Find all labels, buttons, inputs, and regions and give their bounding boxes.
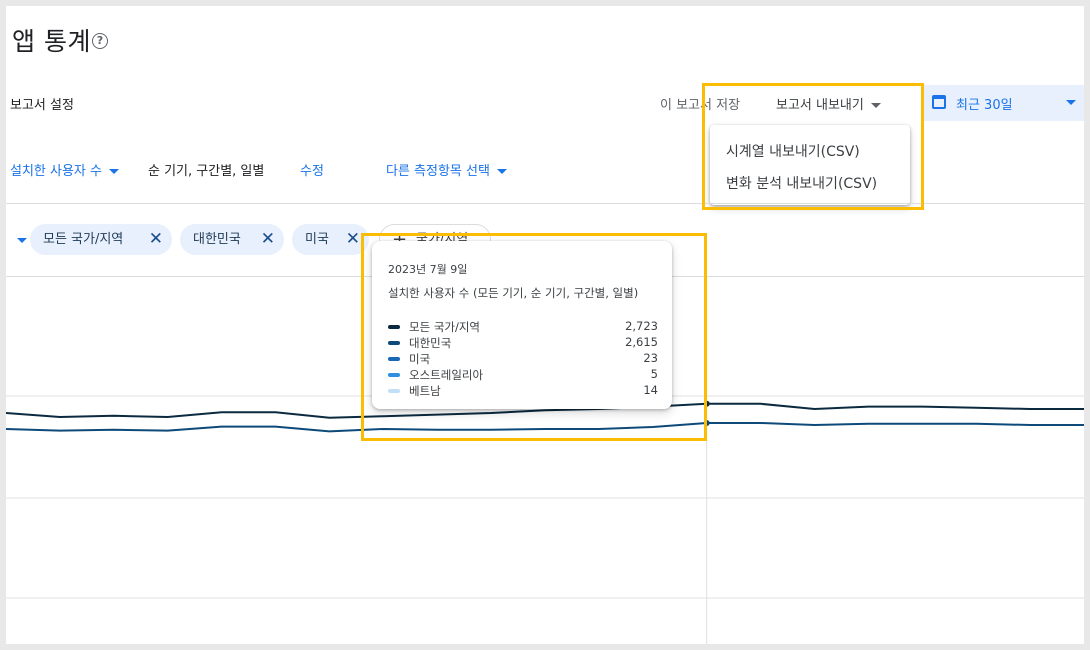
chevron-down-icon bbox=[109, 169, 119, 174]
date-range-button[interactable]: 최근 30일 bbox=[922, 85, 1084, 121]
chevron-down-icon bbox=[496, 169, 507, 174]
edit-metric-link[interactable]: 수정 bbox=[300, 160, 324, 179]
close-icon[interactable]: ✕ bbox=[261, 224, 275, 255]
chip-label: 모든 국가/지역 bbox=[43, 232, 124, 247]
close-icon[interactable]: ✕ bbox=[346, 224, 360, 255]
metric-selector[interactable]: 설치한 사용자 수 bbox=[10, 160, 119, 179]
chip-label: 미국 bbox=[305, 232, 329, 247]
other-metric-label: 다른 측정항목 선택 bbox=[386, 164, 490, 179]
calendar-icon bbox=[932, 95, 946, 109]
help-circle-icon[interactable]: ? bbox=[92, 33, 108, 49]
app-stats-page: 앱 통계 ? 보고서 설정 이 보고서 저장 보고서 내보내기 최근 30일 시… bbox=[6, 6, 1084, 644]
chevron-down-icon bbox=[1066, 100, 1076, 105]
metric-label: 설치한 사용자 수 bbox=[10, 164, 102, 179]
filter-chip-all-countries[interactable]: 모든 국가/지역 ✕ bbox=[30, 224, 172, 255]
highlight-box-tooltip bbox=[361, 233, 707, 441]
chip-label: 대한민국 bbox=[193, 232, 241, 247]
close-icon[interactable]: ✕ bbox=[149, 224, 163, 255]
filter-chip-korea[interactable]: 대한민국 ✕ bbox=[180, 224, 284, 255]
metric-subtitle: 순 기기, 구간별, 일별 bbox=[148, 164, 265, 179]
page-title: 앱 통계 bbox=[12, 27, 91, 56]
filter-chip-usa[interactable]: 미국 ✕ bbox=[292, 224, 369, 255]
other-metric-selector[interactable]: 다른 측정항목 선택 bbox=[386, 160, 507, 179]
report-settings-link[interactable]: 보고서 설정 bbox=[10, 94, 74, 113]
date-range-label: 최근 30일 bbox=[956, 98, 1013, 113]
highlight-box-export bbox=[702, 83, 924, 210]
filter-dimension-chevron-icon[interactable] bbox=[17, 238, 27, 243]
